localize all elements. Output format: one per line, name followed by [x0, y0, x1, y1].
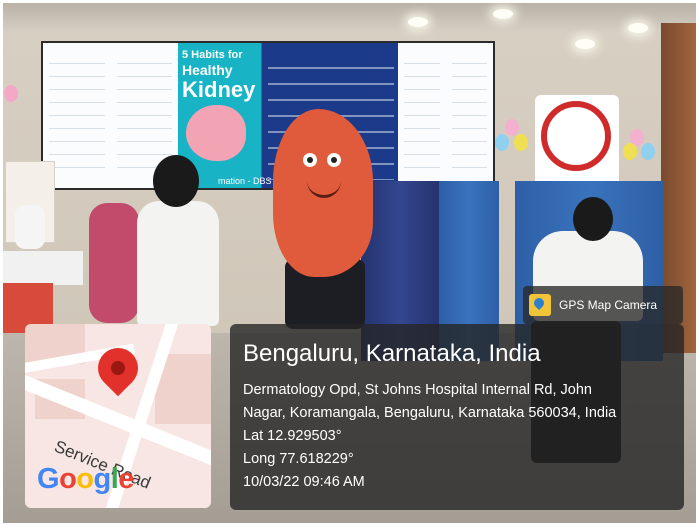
- desk: [3, 251, 83, 285]
- performer-right-head: [573, 197, 613, 241]
- longitude-value: Long 77.618229°: [243, 451, 354, 467]
- google-logo-letter: o: [59, 463, 77, 495]
- google-logo-letter: e: [118, 463, 134, 495]
- address-line-2: Nagar, Koramangala, Bengaluru, Karnataka…: [243, 405, 617, 421]
- ceiling-light: [408, 17, 428, 27]
- balloon: [495, 134, 509, 151]
- google-logo-letter: g: [93, 463, 112, 495]
- performer-left: [137, 201, 219, 326]
- balloon: [514, 134, 528, 151]
- location-title: Bengaluru, Karnataka, India: [243, 340, 541, 367]
- ceiling-light: [628, 23, 648, 33]
- balloon: [505, 119, 519, 136]
- ceiling: [3, 3, 696, 33]
- map-pin-icon: [89, 339, 147, 397]
- kidney-organ-illustration: [186, 105, 246, 161]
- performer-left-head: [153, 155, 199, 207]
- kidney-mascot-costume: [273, 109, 373, 277]
- nabh-logo-board: [535, 95, 619, 187]
- info-panel: [446, 43, 493, 188]
- info-panel: [398, 43, 447, 188]
- kidney-poster-title: 5 Habits for Healthy Kidney: [182, 49, 256, 102]
- balloon: [4, 85, 18, 102]
- ceiling-light: [493, 9, 513, 19]
- location-map-thumbnail: Service Road Google: [25, 324, 211, 508]
- ceiling-light: [575, 39, 595, 49]
- gps-map-camera-logo-icon: [529, 294, 551, 316]
- google-logo-letter: G: [37, 463, 60, 495]
- app-name-label: GPS Map Camera: [559, 298, 658, 312]
- kidney-poster-footer: mation - DBS: [218, 176, 272, 186]
- gps-map-camera-tag: GPS Map Camera: [523, 286, 683, 324]
- balloon: [641, 143, 655, 160]
- address-line-1: Dermatology Opd, St Johns Hospital Inter…: [243, 382, 592, 398]
- seated-person: [89, 203, 139, 323]
- balloon: [623, 143, 637, 160]
- wall-display: 5 Habits for Healthy Kidney mation - DBS: [41, 41, 495, 190]
- google-logo: Google: [37, 463, 134, 496]
- latitude-value: Lat 12.929503°: [243, 428, 342, 444]
- location-info-panel: Bengaluru, Karnataka, India Dermatology …: [230, 324, 684, 510]
- timestamp-value: 10/03/22 09:46 AM: [243, 474, 365, 490]
- google-logo-letter: o: [76, 463, 94, 495]
- camera-photo: 5 Habits for Healthy Kidney mation - DBS: [3, 3, 696, 523]
- seated-person: [15, 205, 45, 249]
